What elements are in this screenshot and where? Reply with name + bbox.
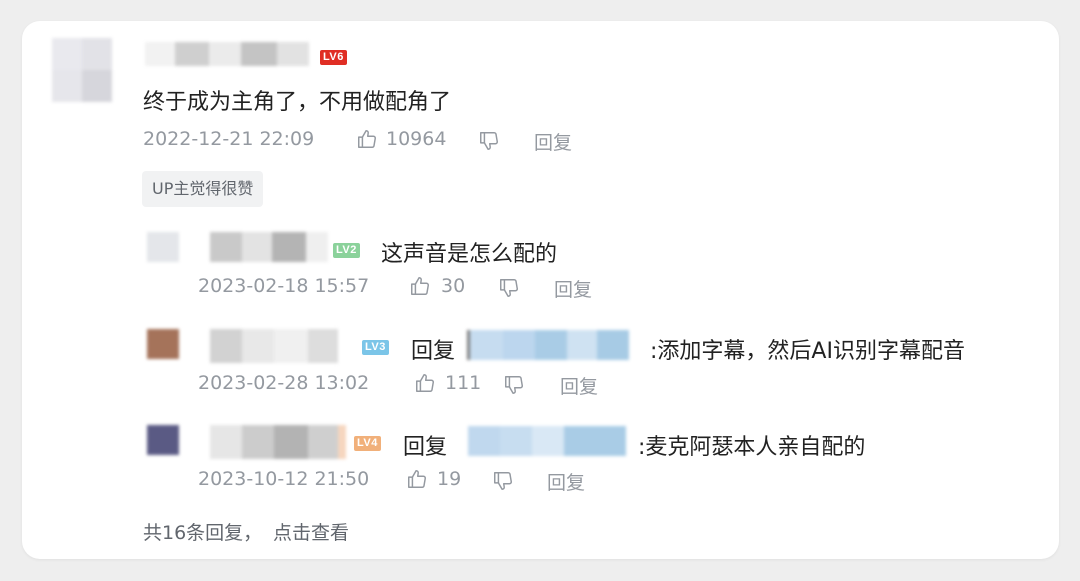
dislike-icon[interactable] <box>503 374 525 396</box>
reply-prefix: 回复 <box>403 435 448 460</box>
reply-time: 2023-02-28 13:02 <box>198 372 370 394</box>
like-icon[interactable] <box>409 275 431 297</box>
reply-prefix: 回复 <box>411 339 456 364</box>
reply-text: :麦克阿瑟本人亲自配的 <box>638 435 866 460</box>
reply-time: 2023-02-18 15:57 <box>198 275 370 297</box>
username-redacted[interactable] <box>210 232 328 262</box>
avatar[interactable] <box>147 425 179 455</box>
username-redacted[interactable] <box>210 329 338 363</box>
level-badge: LV3 <box>362 340 389 355</box>
more-replies-count: 共16条回复， <box>143 522 263 544</box>
avatar[interactable] <box>147 232 179 262</box>
reply-button[interactable]: 回复 <box>554 275 592 302</box>
up-like-badge: UP主觉得很赞 <box>142 171 264 207</box>
view-more-replies-link[interactable]: 点击查看 <box>273 518 349 545</box>
reply-button[interactable]: 回复 <box>547 468 585 495</box>
like-icon[interactable] <box>356 128 378 150</box>
comment-text: 终于成为主角了，不用做配角了 <box>143 90 452 115</box>
level-badge: LV4 <box>354 436 381 451</box>
like-icon[interactable] <box>406 468 428 490</box>
like-count: 30 <box>441 275 466 297</box>
dislike-icon[interactable] <box>498 277 520 299</box>
username-redacted[interactable] <box>210 425 346 459</box>
like-icon[interactable] <box>414 372 436 394</box>
mention-redacted[interactable] <box>468 426 626 456</box>
avatar[interactable] <box>147 329 179 359</box>
reply-button[interactable]: 回复 <box>534 128 572 155</box>
mention-redacted[interactable] <box>467 330 629 360</box>
username-redacted[interactable] <box>145 42 309 66</box>
like-count: 111 <box>445 372 482 394</box>
comment-time: 2022-12-21 22:09 <box>143 128 315 150</box>
avatar[interactable] <box>52 38 112 102</box>
level-badge: LV2 <box>333 243 360 258</box>
reply-text: :添加字幕，然后AI识别字幕配音 <box>650 339 965 364</box>
like-count: 19 <box>437 468 462 490</box>
reply-text: 这声音是怎么配的 <box>381 242 558 267</box>
reply-button[interactable]: 回复 <box>560 372 598 399</box>
level-badge: LV6 <box>320 50 347 65</box>
dislike-icon[interactable] <box>492 470 514 492</box>
dislike-icon[interactable] <box>478 130 500 152</box>
like-count: 10964 <box>386 128 447 150</box>
reply-time: 2023-10-12 21:50 <box>198 468 370 490</box>
